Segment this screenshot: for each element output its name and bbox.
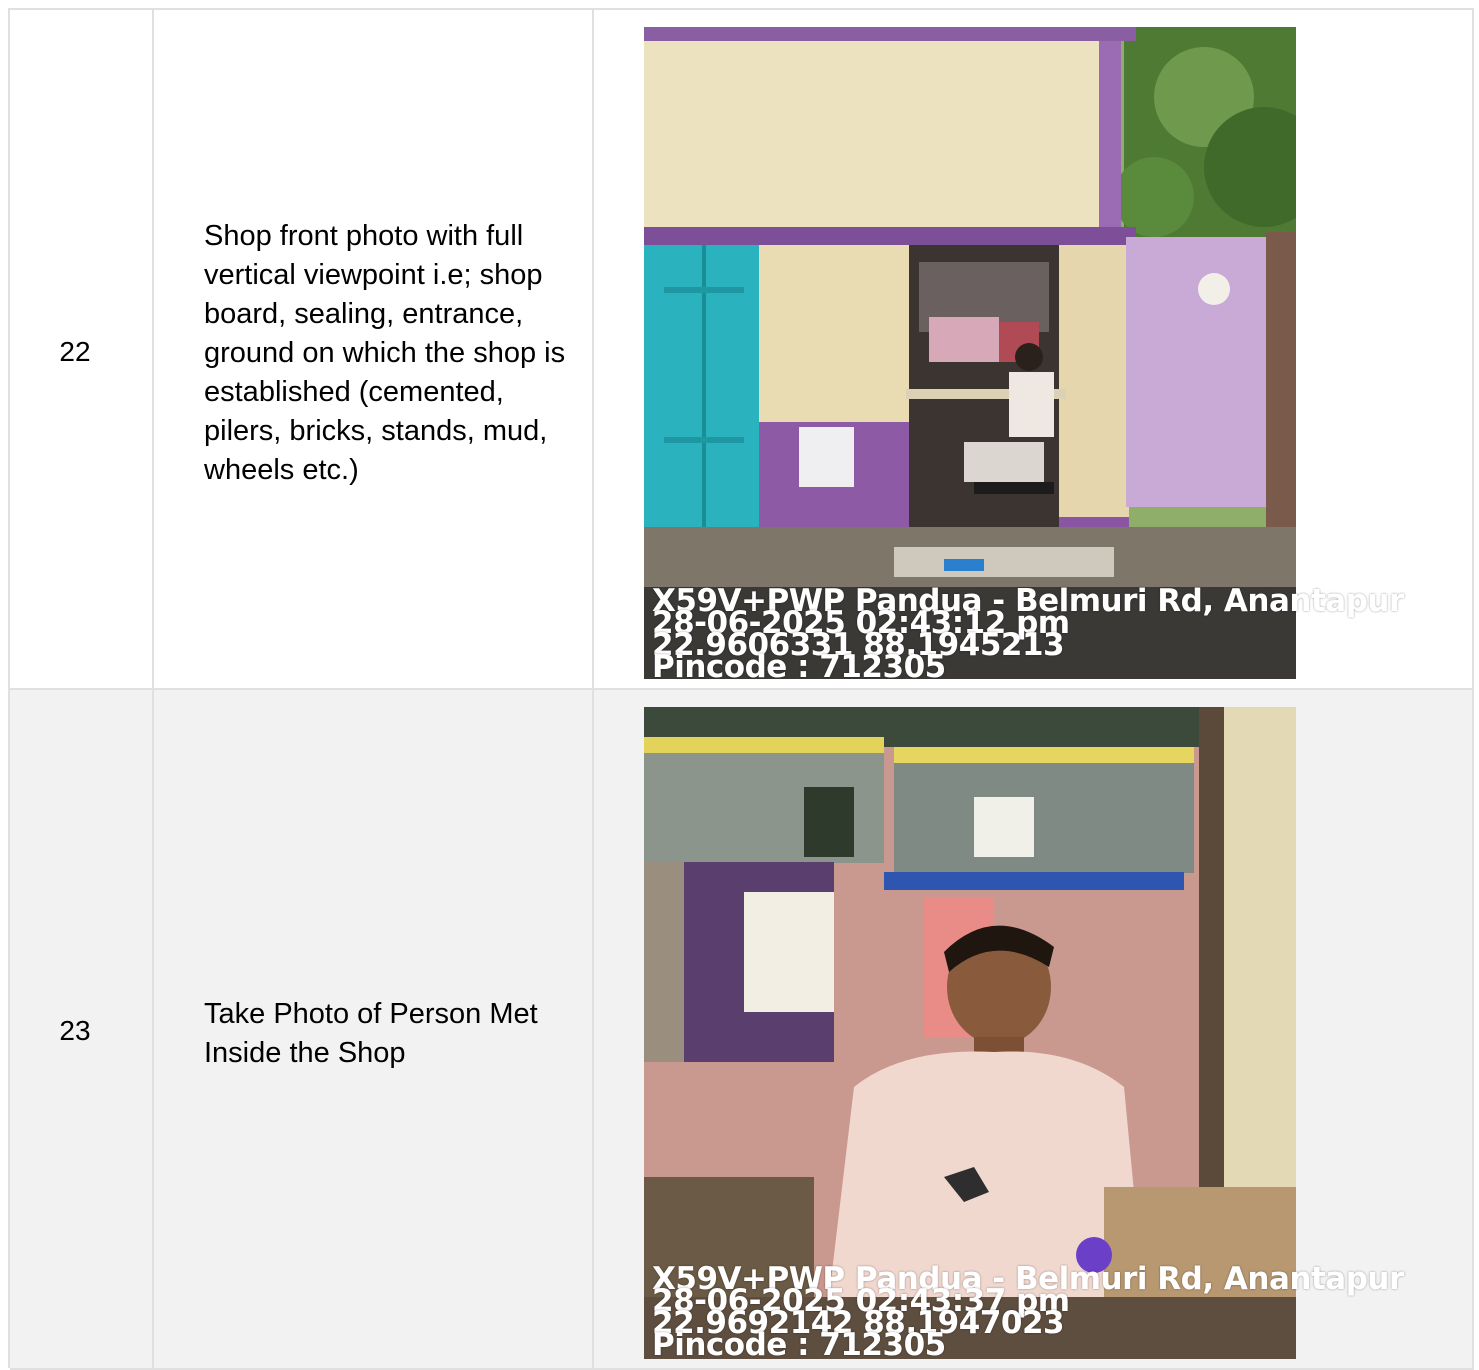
photo-cell: X59V+PWP Pandua - Belmuri Rd, Anantapur … (594, 10, 1474, 688)
shop-front-photo[interactable] (644, 27, 1296, 679)
description-cell: Shop front photo with full vertical view… (154, 10, 594, 688)
serial-cell: 22 (10, 10, 154, 688)
photo-stamp: X59V+PWP Pandua - Belmuri Rd, Anantapur … (652, 1264, 1404, 1361)
checklist-table: 22 Shop front photo with full vertical v… (8, 8, 1474, 1370)
photo-cell: X59V+PWP Pandua - Belmuri Rd, Anantapur … (594, 690, 1474, 1368)
serial-number: 23 (59, 1015, 91, 1046)
table-row: 22 Shop front photo with full vertical v… (10, 10, 1474, 690)
table-row: 23 Take Photo of Person Met Inside the S… (10, 690, 1474, 1370)
serial-cell: 23 (10, 690, 154, 1368)
description-cell: Take Photo of Person Met Inside the Shop (154, 690, 594, 1368)
description-text: Take Photo of Person Met Inside the Shop (204, 998, 538, 1069)
photo-stamp: X59V+PWP Pandua - Belmuri Rd, Anantapur … (652, 586, 1404, 683)
description-text: Shop front photo with full vertical view… (204, 220, 566, 486)
serial-number: 22 (59, 336, 91, 367)
